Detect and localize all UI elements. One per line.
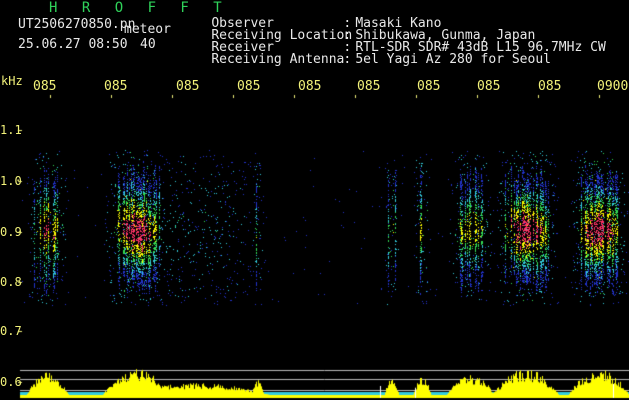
x-tick-label: 085 bbox=[538, 79, 562, 94]
x-tick-label: 085 bbox=[33, 79, 57, 94]
meta-colon: : bbox=[343, 52, 352, 67]
y-axis-unit: kHz bbox=[1, 74, 23, 88]
meta-row-antenna: Receiving Antenna: 5el Yagi Az 280 for Se… bbox=[180, 42, 551, 78]
x-tick-label: 085 bbox=[417, 79, 441, 94]
filename-suffix-label: meteor bbox=[124, 22, 171, 37]
y-tick-label: 0.9 bbox=[0, 225, 22, 239]
x-tick-label: 085 bbox=[357, 79, 381, 94]
meta-value: 5el Yagi Az 280 for Seoul bbox=[355, 52, 551, 67]
meteor-spectrogram-window: H R O F F T UT2506270850.pn meteor 25.06… bbox=[0, 0, 629, 400]
y-tick-label: 1.1 bbox=[0, 123, 22, 137]
y-tick-label: 1.0 bbox=[0, 174, 22, 188]
filename-label: UT2506270850.pn bbox=[18, 17, 136, 32]
timestamp-label: 25.06.27 08:50 bbox=[18, 37, 128, 52]
x-tick-label: 085 bbox=[176, 79, 200, 94]
y-tick-label: 0.7 bbox=[0, 324, 22, 338]
y-tick-label: 0.6 bbox=[0, 375, 22, 389]
y-tick-label: 0.8 bbox=[0, 275, 22, 289]
x-tick-label: 085 bbox=[477, 79, 501, 94]
count-label: 40 bbox=[140, 37, 156, 52]
meta-key: Receiving Antenna bbox=[211, 52, 345, 67]
x-tick-label: 085 bbox=[237, 79, 261, 94]
x-tick-label: 085 bbox=[298, 79, 322, 94]
x-tick-label: 085 bbox=[104, 79, 128, 94]
x-tick-label: 0900 bbox=[597, 79, 629, 94]
